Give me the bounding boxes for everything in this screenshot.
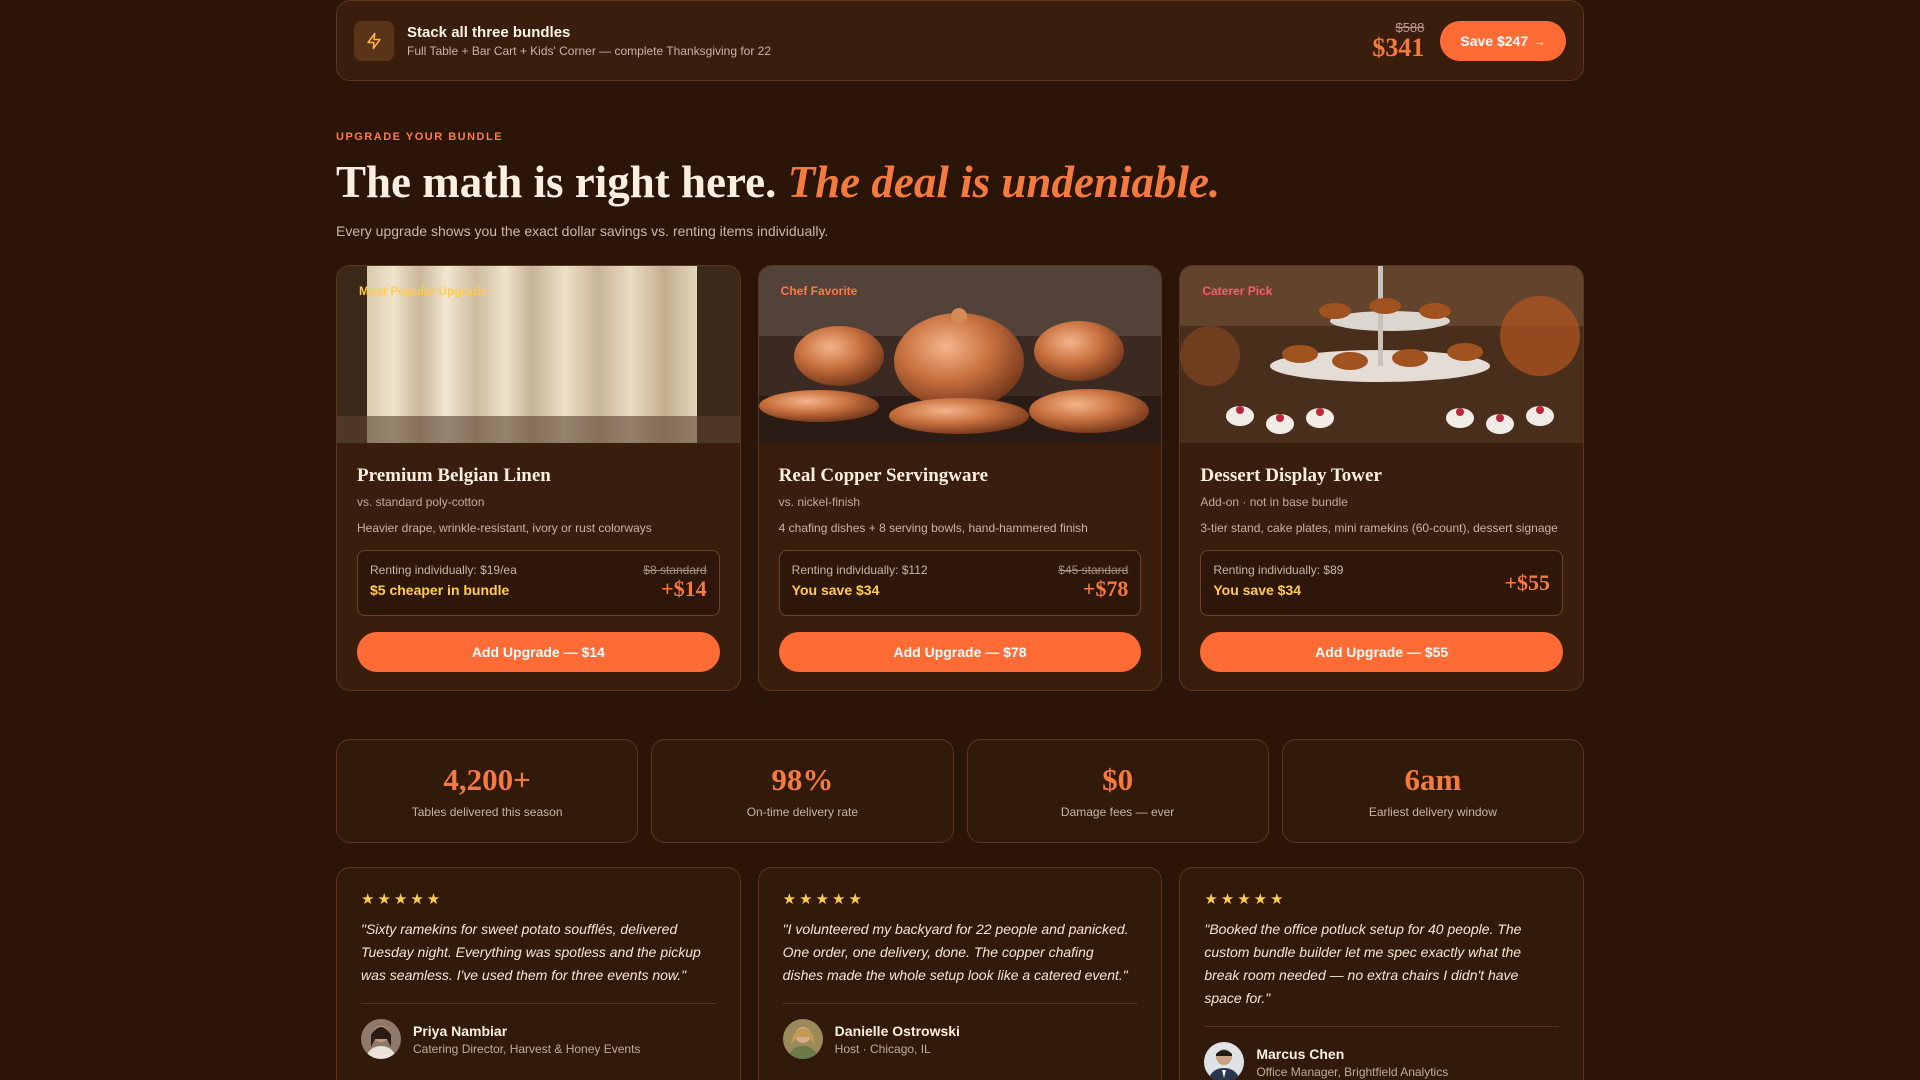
testimonials: ★★★★★ "Sixty ramekins for sweet potato s…: [336, 867, 1585, 1080]
testimonial-quote: "Sixty ramekins for sweet potato soufflé…: [361, 921, 701, 983]
card-description: 4 chafing dishes + 8 serving bowls, hand…: [778, 521, 1088, 535]
testimonial-author: Marcus Chen Office Manager, Brightfield …: [1204, 1042, 1559, 1080]
card-comparison: Add-on · not in base bundle: [1200, 495, 1348, 509]
dessert-image: Caterer Pick: [1180, 266, 1584, 443]
stat-delivery-window: 6am Earliest delivery window: [1281, 739, 1584, 843]
savings-text: You save $34: [1213, 582, 1302, 598]
page-title: The math is right here. The deal is unde…: [336, 156, 1220, 208]
price-comparison-box: Renting individually: $89 You save $34 +…: [1200, 550, 1564, 616]
stat-label: Tables delivered this season: [411, 805, 563, 819]
testimonial-quote: "Booked the office potluck setup for 40 …: [1204, 921, 1522, 1006]
upgrade-card-dessert: Caterer Pick Dessert Display Tower Add-o…: [1179, 265, 1585, 691]
add-upgrade-button[interactable]: Add Upgrade — $55: [1200, 632, 1564, 672]
rent-individually: Renting individually: $89: [1213, 563, 1344, 577]
star-rating-icon: ★★★★★: [1204, 891, 1287, 908]
stat-label: Earliest delivery window: [1368, 805, 1497, 819]
headline-plain: The math is right here.: [336, 157, 777, 207]
price-comparison-box: Renting individually: $112 You save $34 …: [778, 550, 1142, 616]
headline-accent: The deal is undeniable.: [787, 157, 1221, 207]
stat-value: 98%: [771, 762, 834, 797]
divider: [1204, 1026, 1560, 1027]
avatar: [782, 1019, 823, 1059]
stack-price: $588 $341: [1372, 20, 1424, 61]
stat-on-time: 98% On-time delivery rate: [651, 739, 954, 843]
card-comparison: vs. standard poly-cotton: [357, 495, 485, 509]
testimonial-author: Danielle Ostrowski Host · Chicago, IL: [782, 1019, 1138, 1059]
save-bundle-button[interactable]: Save $247 →: [1440, 20, 1566, 61]
lightning-bolt-icon: [354, 20, 394, 61]
upgrade-cards: Most Popular Upgrade Premium Belgian Lin…: [336, 265, 1585, 691]
card-title: Premium Belgian Linen: [357, 465, 551, 486]
upgrade-card-copper: Chef Favorite Real Copper Servingware vs…: [757, 265, 1163, 691]
section-lede: Every upgrade shows you the exact dollar…: [336, 223, 829, 239]
star-rating-icon: ★★★★★: [782, 891, 865, 908]
stack-new-price: $341: [1372, 33, 1425, 62]
divider: [361, 1003, 716, 1004]
standard-price: $8 standard: [643, 563, 707, 577]
badge-caterer-pick: Caterer Pick: [1202, 284, 1273, 298]
author-role: Office Manager, Brightfield Analytics: [1256, 1064, 1449, 1079]
avatar: [1204, 1042, 1245, 1080]
add-upgrade-button[interactable]: Add Upgrade — $14: [357, 632, 720, 672]
divider: [782, 1003, 1138, 1004]
add-upgrade-button[interactable]: Add Upgrade — $78: [778, 632, 1142, 672]
stack-subtitle: Full Table + Bar Cart + Kids' Corner — c…: [407, 43, 772, 58]
testimonial-card: ★★★★★ "Booked the office potluck setup f…: [1179, 867, 1585, 1080]
testimonial-card: ★★★★★ "I volunteered my backyard for 22 …: [757, 867, 1163, 1080]
stat-value: 4,200+: [443, 762, 531, 797]
testimonial-author: Priya Nambiar Catering Director, Harvest…: [361, 1019, 716, 1059]
card-title: Real Copper Servingware: [778, 465, 989, 486]
stat-label: On-time delivery rate: [746, 805, 859, 819]
author-name: Marcus Chen: [1256, 1045, 1345, 1062]
card-comparison: vs. nickel-finish: [778, 495, 861, 509]
upgrade-price: +$55: [1504, 570, 1551, 595]
testimonial-quote: "I volunteered my backyard for 22 people…: [782, 921, 1129, 983]
author-role: Catering Director, Harvest & Honey Event…: [413, 1041, 641, 1056]
upgrade-price: +$78: [1082, 576, 1129, 601]
card-title: Dessert Display Tower: [1200, 465, 1382, 486]
stack-bundles-banner: Stack all three bundles Full Table + Bar…: [336, 0, 1584, 81]
upgrade-card-linen: Most Popular Upgrade Premium Belgian Lin…: [336, 265, 741, 691]
badge-most-popular: Most Popular Upgrade: [359, 284, 488, 298]
card-description: Heavier drape, wrinkle-resistant, ivory …: [357, 521, 652, 535]
stat-label: Damage fees — ever: [1060, 805, 1175, 819]
stack-title: Stack all three bundles: [407, 23, 571, 41]
stat-value: $0: [1102, 762, 1134, 797]
stat-damage-fees: $0 Damage fees — ever: [966, 739, 1269, 843]
stats-row: 4,200+ Tables delivered this season 98% …: [336, 739, 1584, 843]
stat-tables: 4,200+ Tables delivered this season: [336, 739, 639, 843]
star-rating-icon: ★★★★★: [361, 891, 444, 908]
stat-value: 6am: [1404, 762, 1462, 797]
author-name: Priya Nambiar: [413, 1022, 508, 1039]
avatar: [361, 1019, 401, 1059]
badge-chef-favorite: Chef Favorite: [780, 284, 858, 298]
section-eyebrow: UPGRADE YOUR BUNDLE: [336, 131, 504, 143]
card-description: 3-tier stand, cake plates, mini ramekins…: [1200, 521, 1558, 535]
author-name: Danielle Ostrowski: [834, 1022, 960, 1039]
price-comparison-box: Renting individually: $19/ea $5 cheaper …: [357, 550, 720, 616]
testimonial-card: ★★★★★ "Sixty ramekins for sweet potato s…: [336, 867, 741, 1080]
upgrade-price: +$14: [661, 576, 707, 601]
standard-price: $45 standard: [1058, 563, 1129, 577]
linen-image: Most Popular Upgrade: [337, 266, 740, 443]
author-role: Host · Chicago, IL: [834, 1041, 931, 1056]
copper-image: Chef Favorite: [758, 266, 1162, 443]
